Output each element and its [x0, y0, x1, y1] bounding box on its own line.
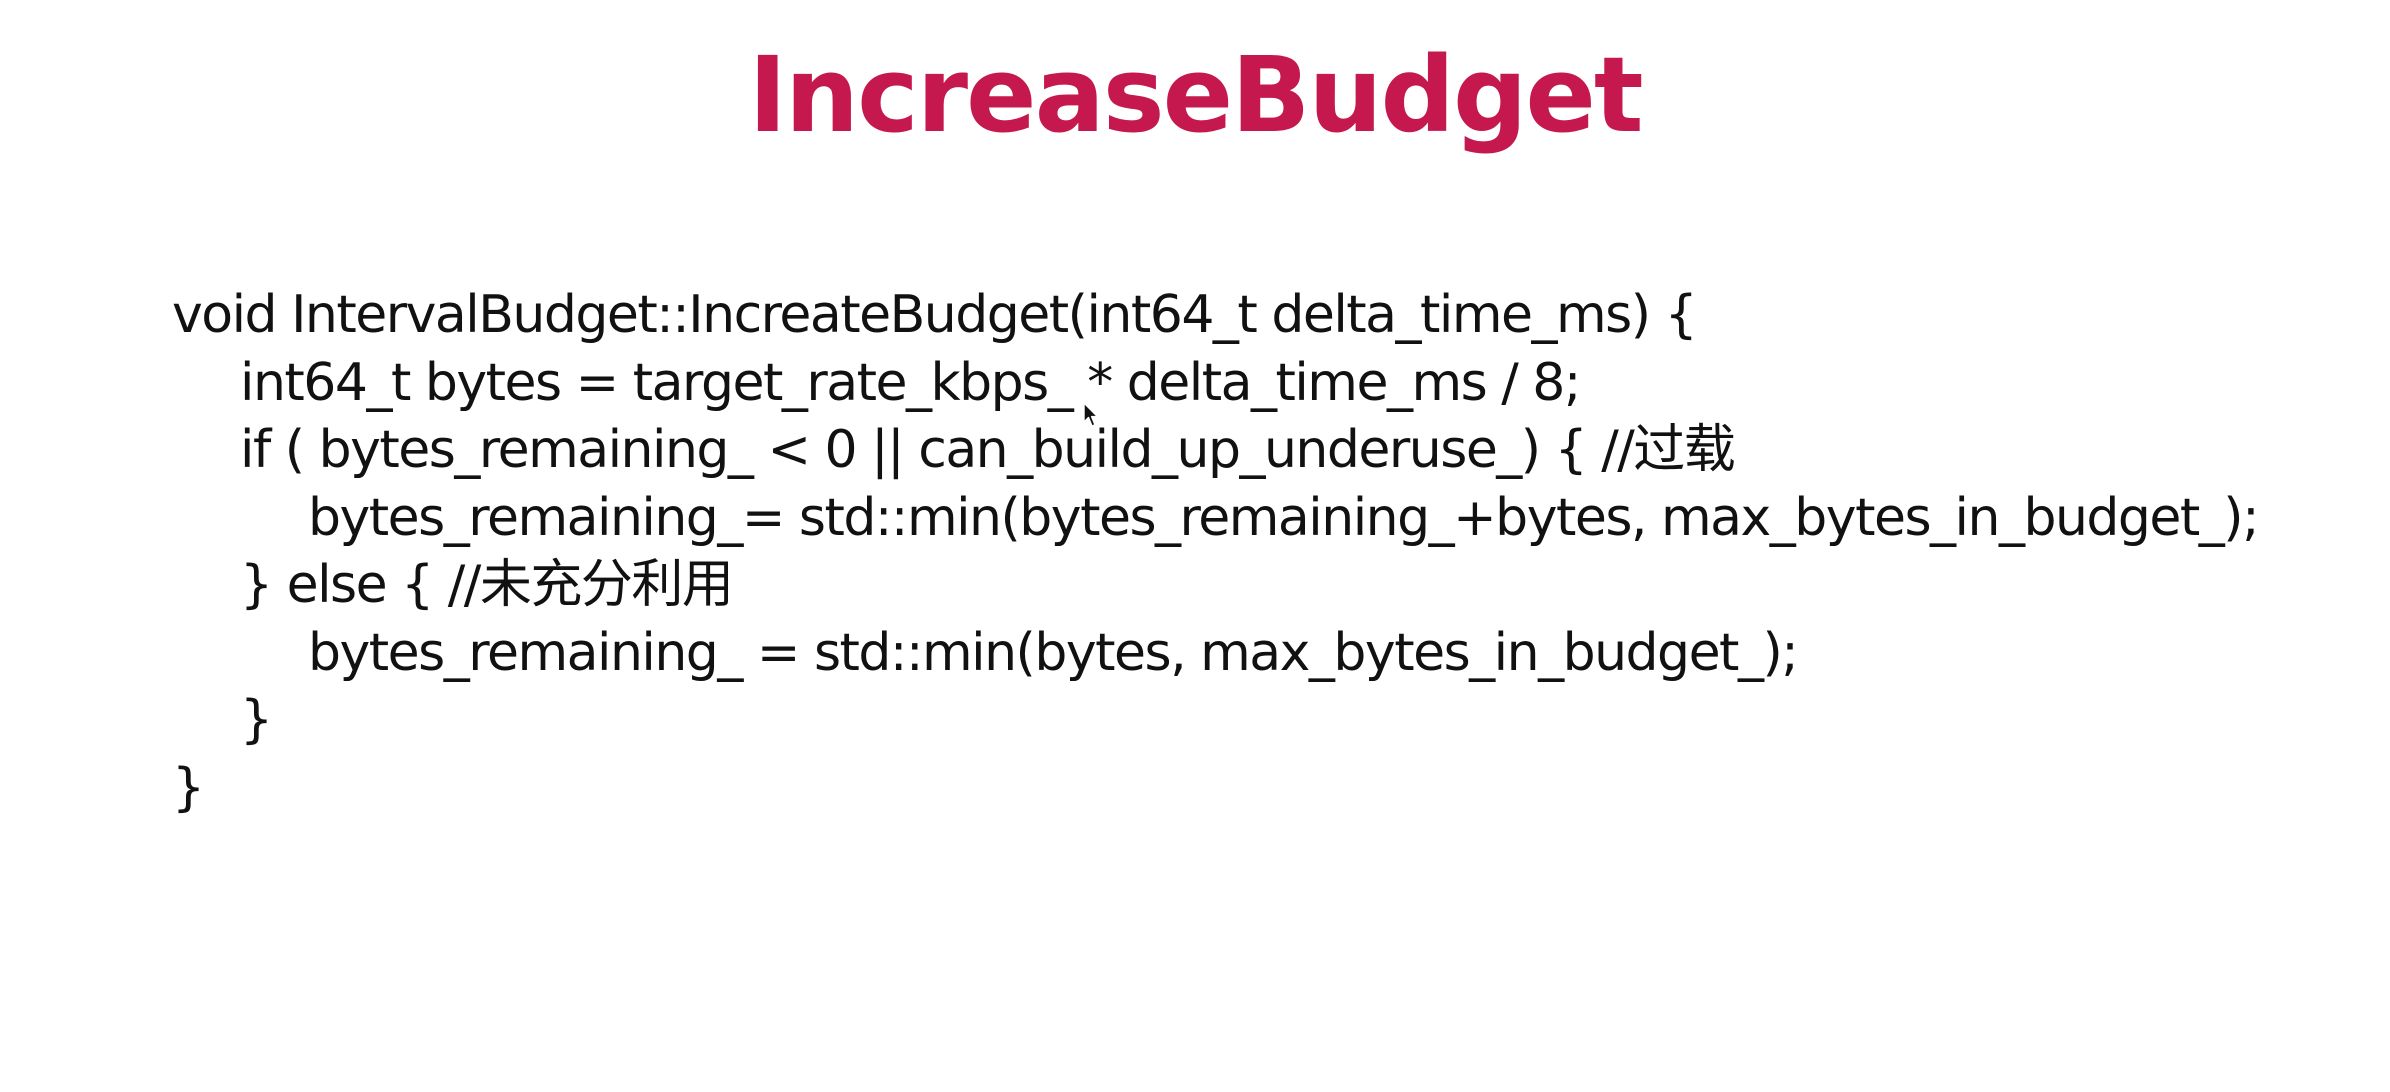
slide: IncreaseBudget void IntervalBudget::Incr…: [0, 0, 2390, 1092]
code-line-3: if ( bytes_remaining_ < 0 || can_build_u…: [240, 420, 1736, 480]
slide-title: IncreaseBudget: [748, 34, 1643, 156]
code-line-7: }: [240, 690, 273, 750]
code-line-5: } else { //未充分利用: [240, 555, 734, 615]
code-line-8: }: [172, 757, 205, 818]
code-line-4: bytes_remaining_= std::min(bytes_remaini…: [308, 487, 2260, 548]
code-line-6: bytes_remaining_ = std::min(bytes, max_b…: [308, 622, 1799, 683]
code-block: void IntervalBudget::IncreateBudget(int6…: [172, 282, 2372, 822]
code-line-1: void IntervalBudget::IncreateBudget(int6…: [172, 285, 1698, 345]
code-line-2: int64_t bytes = target_rate_kbps_ * delt…: [240, 352, 1581, 413]
